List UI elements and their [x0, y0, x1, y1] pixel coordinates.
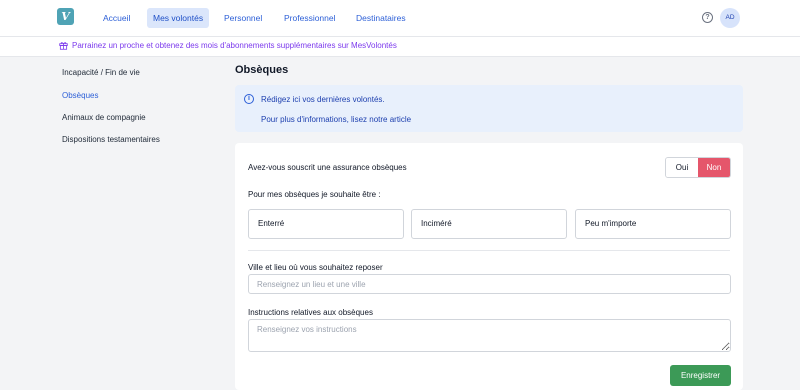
- location-input[interactable]: [248, 274, 731, 294]
- insurance-question: Avez-vous souscrit une assurance obsèque…: [248, 163, 407, 172]
- nav-item-professionnel[interactable]: Professionnel: [278, 8, 342, 28]
- gift-icon: [59, 42, 68, 50]
- app-logo[interactable]: V: [57, 8, 74, 25]
- nav-item-mes-volontes[interactable]: Mes volontés: [147, 8, 210, 28]
- instructions-textarea[interactable]: [248, 319, 731, 352]
- wish-label: Pour mes obsèques je souhaite être :: [248, 190, 381, 199]
- info-text: Rédigez ici vos dernières volontés.: [261, 95, 385, 104]
- divider: [248, 250, 730, 251]
- info-callout: i Rédigez ici vos dernières volontés. Po…: [235, 85, 743, 132]
- choice-incinere[interactable]: Inciméré: [411, 209, 567, 239]
- instructions-label: Instructions relatives aux obsèques: [248, 308, 373, 317]
- help-icon[interactable]: ?: [702, 12, 713, 23]
- toggle-oui-button[interactable]: Oui: [666, 158, 698, 177]
- insurance-toggle: Oui Non: [665, 157, 731, 178]
- nav-item-accueil[interactable]: Accueil: [97, 8, 136, 28]
- toggle-non-button[interactable]: Non: [698, 158, 730, 177]
- sidebar-item-dispositions[interactable]: Dispositions testamentaires: [62, 135, 160, 144]
- referral-banner: Parrainez un proche et obtenez des mois …: [0, 36, 800, 57]
- nav-item-destinataires[interactable]: Destinataires: [350, 8, 412, 28]
- save-button[interactable]: Enregistrer: [670, 365, 731, 386]
- choice-enterre[interactable]: Enterré: [248, 209, 404, 239]
- location-label: Ville et lieu où vous souhaitez reposer: [248, 263, 383, 272]
- top-navigation-bar: V Accueil Mes volontés Personnel Profess…: [0, 0, 800, 36]
- referral-text: Parrainez un proche et obtenez des mois …: [72, 41, 397, 50]
- info-article-link[interactable]: Pour plus d'informations, lisez notre ar…: [261, 115, 411, 124]
- info-icon: i: [244, 94, 254, 104]
- funeral-form-card: Avez-vous souscrit une assurance obsèque…: [235, 143, 743, 390]
- sidebar-item-incapacite[interactable]: Incapacité / Fin de vie: [62, 68, 140, 77]
- choice-peu-importe[interactable]: Peu m'importe: [575, 209, 731, 239]
- sidebar-item-obseques[interactable]: Obsèques: [62, 91, 98, 100]
- user-avatar[interactable]: AD: [720, 8, 740, 28]
- nav-item-personnel[interactable]: Personnel: [218, 8, 268, 28]
- page-title: Obsèques: [235, 64, 289, 76]
- sidebar-item-animaux[interactable]: Animaux de compagnie: [62, 113, 146, 122]
- referral-link[interactable]: Parrainez un proche et obtenez des mois …: [59, 41, 397, 50]
